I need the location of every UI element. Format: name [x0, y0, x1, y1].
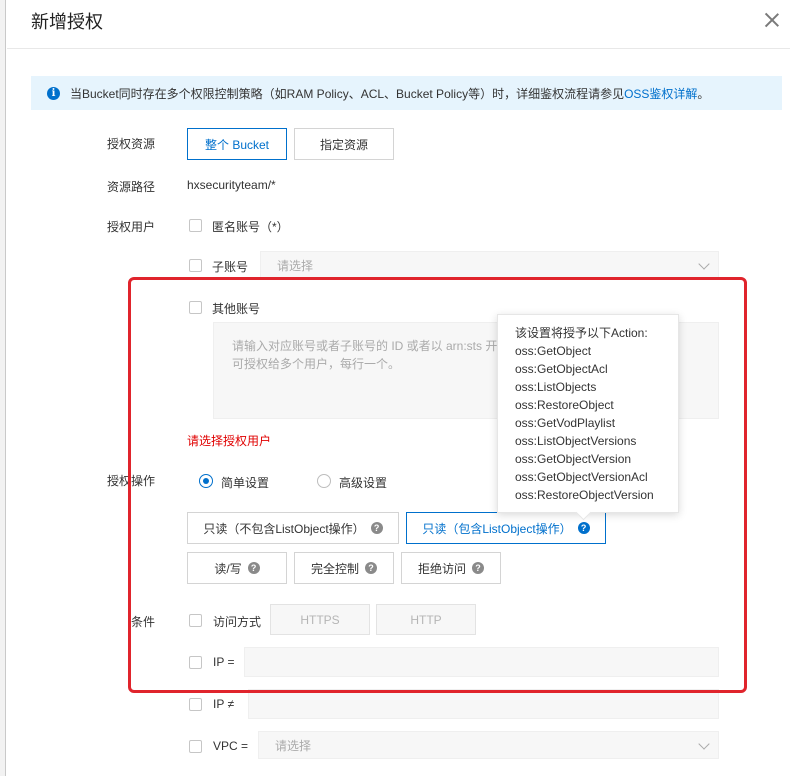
deny-access-button[interactable]: 拒绝访问? [401, 552, 501, 584]
dialog-title: 新增授权 [31, 12, 103, 32]
resource-label: 授权资源 [107, 137, 156, 151]
readonly-with-list-button[interactable]: 只读（包含ListObject操作）? [406, 512, 606, 544]
path-value: hxsecurityteam/* [187, 178, 276, 192]
path-label: 资源路径 [107, 180, 156, 194]
ip-neq-label: IP ≠ [213, 697, 235, 711]
tooltip-item: oss:ListObjectVersions [515, 434, 637, 448]
ip-eq-label: IP = [213, 655, 235, 669]
tooltip-item: oss:GetObjectVersionAcl [515, 470, 648, 484]
other-account-checkbox[interactable] [189, 301, 202, 314]
header-divider [7, 48, 790, 49]
actions-label: 授权操作 [107, 474, 156, 488]
users-error-message: 请选择授权用户 [187, 434, 272, 448]
tooltip-item: oss:GetObjectVersion [515, 452, 632, 466]
sub-account-label: 子账号 [212, 260, 249, 274]
question-icon: ? [365, 562, 377, 574]
chevron-down-icon [698, 738, 710, 750]
other-account-label: 其他账号 [212, 302, 261, 316]
anonymous-checkbox[interactable] [189, 219, 202, 232]
conditions-label: 条件 [131, 615, 156, 629]
info-suffix: 。 [697, 86, 710, 101]
tooltip-item: oss:RestoreObjectVersion [515, 488, 654, 502]
sub-account-checkbox[interactable] [189, 259, 202, 272]
readonly-no-list-label: 只读（不包含ListObject操作） [203, 521, 365, 536]
https-button[interactable]: HTTPS [270, 604, 370, 635]
tooltip-heading: 该设置将授予以下Action: [515, 326, 648, 340]
specific-resource-button[interactable]: 指定资源 [294, 128, 394, 160]
simple-setting-radio[interactable] [199, 474, 213, 488]
vpc-placeholder: 请选择 [275, 738, 312, 753]
question-icon: ? [577, 522, 590, 534]
info-icon: i [47, 86, 60, 100]
question-icon: ? [472, 562, 484, 574]
ip-neq-checkbox[interactable] [189, 698, 202, 711]
deny-access-label: 拒绝访问 [417, 561, 466, 576]
tooltip-item: oss:ListObjects [515, 380, 597, 394]
info-banner: i 当Bucket同时存在多个权限控制策略（如RAM Policy、ACL、Bu… [31, 76, 782, 110]
question-icon: ? [247, 562, 260, 574]
tooltip-item: oss:RestoreObject [515, 398, 614, 412]
sub-account-select[interactable]: 请选择 [260, 251, 719, 279]
vpc-select[interactable]: 请选择 [258, 731, 719, 759]
ip-neq-input[interactable] [248, 689, 719, 719]
sub-account-placeholder: 请选择 [277, 258, 314, 273]
read-write-label: 读/写 [214, 561, 242, 576]
access-method-checkbox[interactable] [189, 614, 202, 627]
simple-setting-label: 简单设置 [221, 476, 270, 490]
readonly-no-list-button[interactable]: 只读（不包含ListObject操作）? [187, 512, 399, 544]
advanced-setting-radio[interactable] [317, 474, 331, 488]
close-icon[interactable] [762, 10, 782, 30]
anonymous-label: 匿名账号（*） [212, 220, 289, 234]
tooltip-item: oss:GetObject [515, 344, 592, 358]
add-authorization-dialog: 新增授权 i 当Bucket同时存在多个权限控制策略（如RAM Policy、A… [7, 0, 790, 776]
ip-eq-input[interactable] [244, 647, 719, 677]
tooltip-item: oss:GetObjectAcl [515, 362, 608, 376]
access-method-label: 访问方式 [213, 615, 262, 629]
advanced-setting-label: 高级设置 [339, 476, 388, 490]
vpc-label: VPC = [213, 739, 249, 753]
info-text: 当Bucket同时存在多个权限控制策略（如RAM Policy、ACL、Buck… [70, 86, 625, 101]
full-control-label: 完全控制 [310, 561, 359, 576]
users-label: 授权用户 [107, 220, 156, 234]
left-edge [0, 0, 6, 776]
vpc-checkbox[interactable] [189, 740, 202, 753]
read-write-button[interactable]: 读/写? [187, 552, 287, 584]
tooltip-item: oss:GetVodPlaylist [515, 416, 616, 430]
actions-tooltip: 该设置将授予以下Action: oss:GetObject oss:GetObj… [497, 314, 679, 513]
http-button[interactable]: HTTP [376, 604, 476, 635]
whole-bucket-button[interactable]: 整个 Bucket [187, 128, 287, 160]
full-control-button[interactable]: 完全控制? [294, 552, 394, 584]
readonly-with-list-label: 只读（包含ListObject操作） [422, 521, 572, 536]
question-icon: ? [370, 522, 383, 534]
oss-auth-detail-link[interactable]: OSS鉴权详解 [624, 87, 697, 101]
chevron-down-icon [698, 258, 710, 270]
ip-eq-checkbox[interactable] [189, 656, 202, 669]
